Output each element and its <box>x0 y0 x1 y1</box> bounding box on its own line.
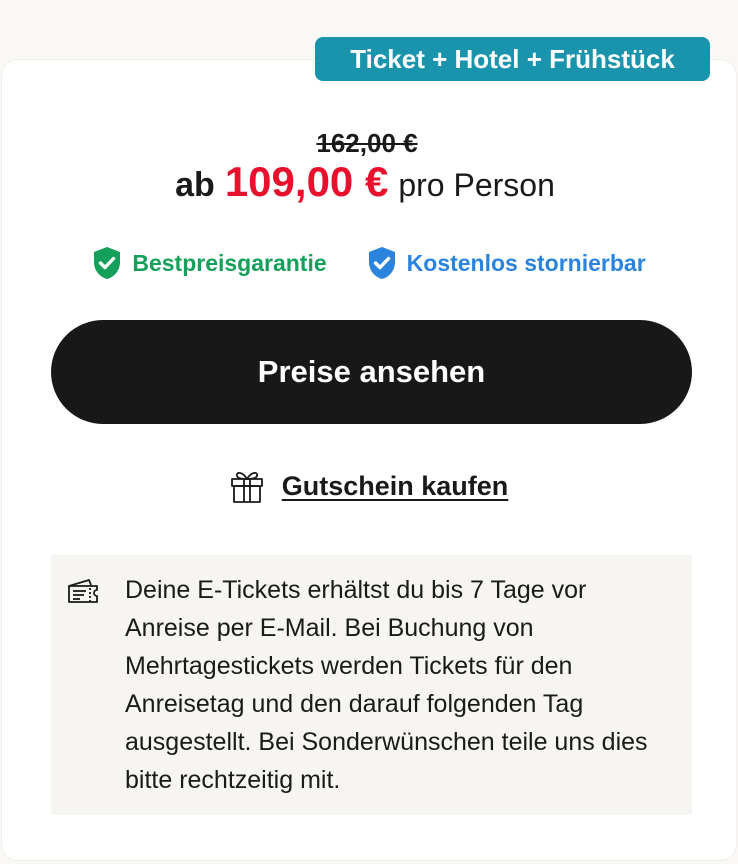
current-price: 109,00 € <box>224 158 389 205</box>
guarantee-free-cancellation: Kostenlos stornierbar <box>367 246 646 280</box>
price-unit: pro Person <box>398 167 555 203</box>
price-line: ab 109,00 € pro Person <box>0 158 738 206</box>
price-prefix: ab <box>175 166 215 204</box>
guarantee-free-cancellation-label: Kostenlos stornierbar <box>406 249 646 276</box>
buy-voucher-link[interactable]: Gutschein kaufen <box>282 471 509 502</box>
old-price: 162,00 € <box>316 128 418 158</box>
package-badge-label: Ticket + Hotel + Frühstück <box>350 43 675 74</box>
buy-voucher-link-row[interactable]: Gutschein kaufen <box>0 468 738 504</box>
guarantee-best-price-label: Bestpreisgarantie <box>132 249 327 276</box>
shield-check-icon <box>368 247 395 279</box>
ticket-icon <box>68 579 98 603</box>
view-prices-button[interactable]: Preise ansehen <box>51 320 692 424</box>
ticket-info-box: Deine E-Tickets erhältst du bis 7 Tage v… <box>51 555 692 815</box>
guarantee-best-price: Bestpreisgarantie <box>92 246 327 280</box>
ticket-info-text: Deine E-Tickets erhältst du bis 7 Tage v… <box>125 576 648 794</box>
shield-check-icon <box>94 247 121 279</box>
view-prices-button-label: Preise ansehen <box>257 354 486 389</box>
guarantee-list: Bestpreisgarantie Kostenlos stornierbar <box>0 246 738 280</box>
package-badge: Ticket + Hotel + Frühstück <box>315 37 710 81</box>
gift-icon <box>230 472 263 503</box>
